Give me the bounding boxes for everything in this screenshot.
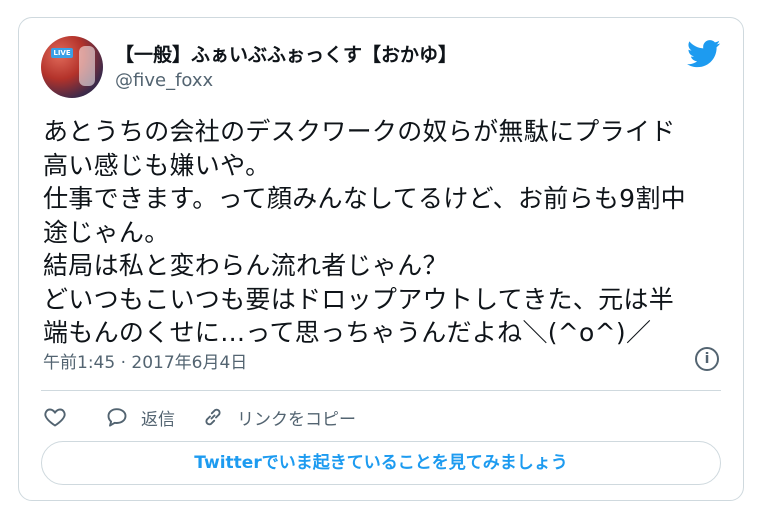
explore-twitter-button[interactable]: Twitterでいま起きていることを見てみましょう	[41, 441, 721, 485]
copy-link-button[interactable]: リンクをコピー	[201, 405, 356, 430]
user-handle[interactable]: @five_foxx	[115, 70, 213, 91]
twitter-bird-icon[interactable]	[687, 40, 721, 68]
divider	[41, 390, 721, 391]
tweet-timestamp[interactable]: 午前1:45 · 2017年6月4日	[43, 348, 247, 373]
heart-icon	[44, 408, 66, 427]
copy-link-label: リンクをコピー	[237, 409, 356, 430]
like-button[interactable]	[43, 405, 79, 429]
info-icon[interactable]: i	[695, 347, 719, 371]
avatar-figure	[79, 46, 95, 86]
avatar-live-badge: LIVE	[51, 48, 73, 58]
avatar[interactable]: LIVE	[41, 36, 103, 98]
reply-label: 返信	[141, 409, 175, 430]
display-name[interactable]: 【一般】ふぁいぶふぉっくす【おかゆ】	[115, 40, 457, 67]
reply-button[interactable]: 返信	[105, 405, 175, 430]
tweet-text: あとうちの会社のデスクワークの奴らが無駄にプライド 高い感じも嫌いや。 仕事でき…	[43, 117, 686, 347]
action-bar: 返信 リンクをコピー	[43, 404, 382, 430]
link-icon	[205, 408, 221, 426]
tweet-card: LIVE 【一般】ふぁいぶふぉっくす【おかゆ】 @five_foxx あとうちの…	[18, 17, 744, 501]
reply-bubble-icon	[107, 408, 127, 427]
